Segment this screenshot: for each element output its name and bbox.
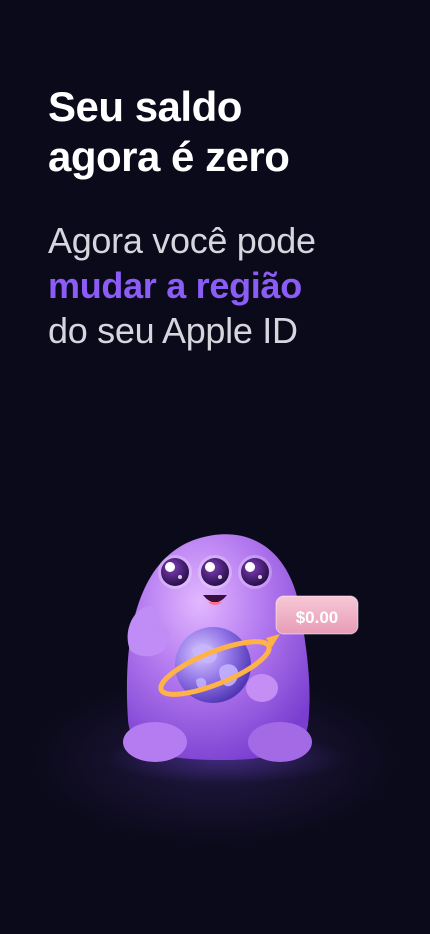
onboarding-screen: Seu saldo agora é zero Agora você pode m… <box>0 0 430 934</box>
headline-line-1: Seu saldo <box>48 83 242 130</box>
price-tag: $0.00 <box>275 595 359 635</box>
mascot-illustration: $0.00 <box>100 510 370 790</box>
subtitle-line-1: Agora você pode <box>48 220 316 261</box>
subtitle-highlight: mudar a região <box>48 265 302 306</box>
price-tag-label: $0.00 <box>296 608 339 627</box>
headline-line-2: agora é zero <box>48 133 290 180</box>
subtitle-line-3: do seu Apple ID <box>48 310 298 351</box>
mascot-globe-icon: $0.00 <box>105 534 359 784</box>
subtitle: Agora você pode mudar a região do seu Ap… <box>48 218 408 353</box>
headline: Seu saldo agora é zero <box>48 82 388 182</box>
